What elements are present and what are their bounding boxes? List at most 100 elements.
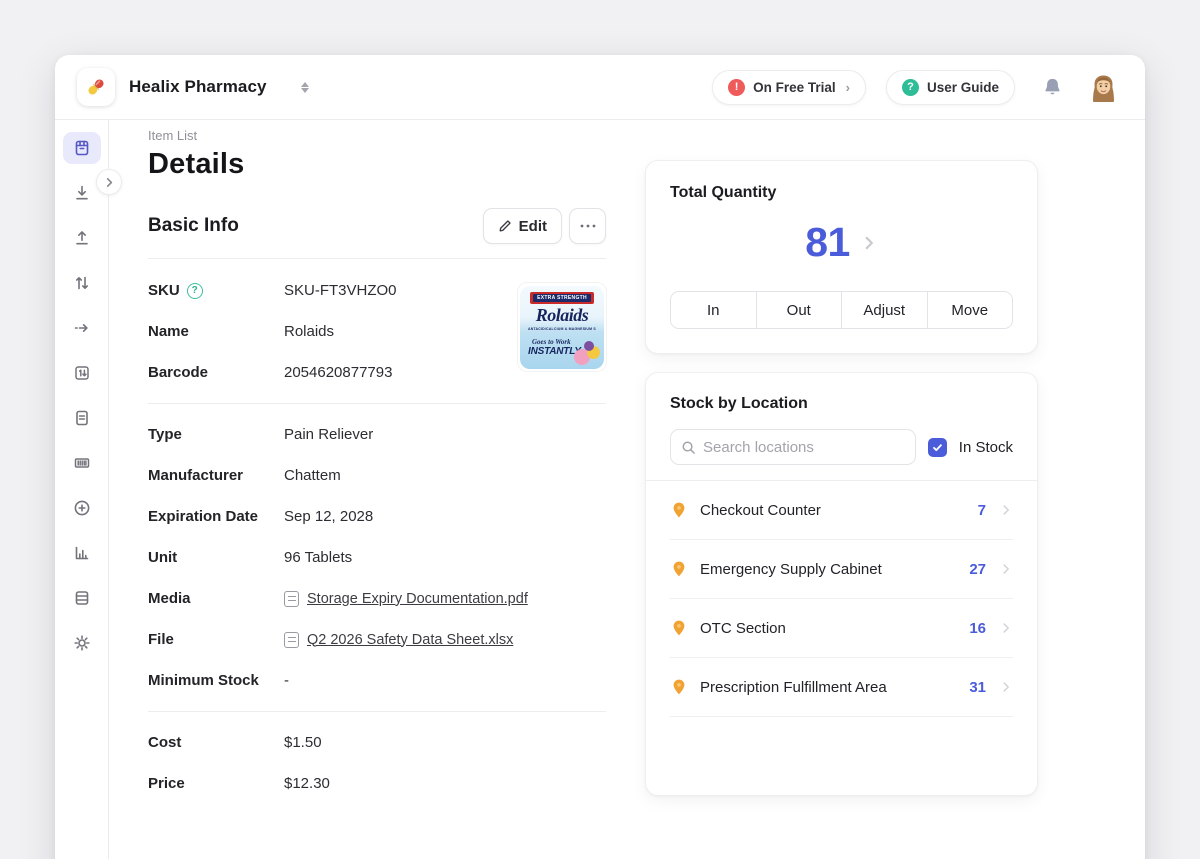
user-guide-button[interactable]: ? User Guide bbox=[886, 70, 1015, 105]
location-row-prescription-fulfillment-area[interactable]: Prescription Fulfillment Area 31 bbox=[670, 658, 1013, 717]
chevron-right-icon bbox=[999, 503, 1013, 517]
media-link[interactable]: Storage Expiry Documentation.pdf bbox=[284, 591, 528, 607]
minimum-stock-value: - bbox=[284, 672, 289, 689]
total-quantity-link[interactable]: 81 bbox=[670, 219, 1013, 266]
product-banner-text: EXTRA STRENGTH bbox=[533, 294, 591, 302]
adjust-button[interactable]: Adjust bbox=[841, 292, 927, 328]
app-title: Healix Pharmacy bbox=[129, 77, 267, 97]
more-options-button[interactable] bbox=[569, 208, 606, 244]
field-row-manufacturer: Manufacturer Chattem bbox=[148, 455, 606, 496]
main-content: Item List Details Basic Info Edit bbox=[109, 120, 1145, 859]
sidebar-item-barcode[interactable] bbox=[63, 447, 101, 479]
fruit-decoration bbox=[584, 341, 594, 351]
user-avatar[interactable] bbox=[1086, 70, 1121, 105]
type-label: Type bbox=[148, 426, 284, 443]
field-row-price: Price $12.30 bbox=[148, 763, 606, 804]
location-row-checkout-counter[interactable]: Checkout Counter 7 bbox=[670, 481, 1013, 540]
document-icon bbox=[72, 408, 92, 428]
stack-icon bbox=[72, 588, 92, 608]
sidebar-item-stock-out[interactable] bbox=[63, 222, 101, 254]
inventory-count-icon bbox=[72, 363, 92, 383]
total-quantity-title: Total Quantity bbox=[670, 184, 1013, 202]
cost-value: $1.50 bbox=[284, 734, 322, 751]
chevron-right-icon bbox=[999, 562, 1013, 576]
file-label: File bbox=[148, 631, 284, 648]
upload-icon bbox=[72, 228, 92, 248]
field-row-unit: Unit 96 Tablets bbox=[148, 537, 606, 578]
media-label: Media bbox=[148, 590, 284, 607]
page-title: Details bbox=[148, 148, 606, 181]
in-stock-checkbox[interactable] bbox=[928, 438, 947, 457]
download-icon bbox=[72, 183, 92, 203]
workspace-switcher-icon[interactable] bbox=[301, 82, 309, 93]
app-header: Healix Pharmacy ! On Free Trial › ? User… bbox=[55, 55, 1145, 120]
ellipsis-icon bbox=[580, 224, 596, 228]
edit-button[interactable]: Edit bbox=[483, 208, 562, 244]
stock-by-location-title: Stock by Location bbox=[646, 395, 1037, 413]
chevron-right-icon bbox=[999, 680, 1013, 694]
product-tagline-big: INSTANTLY bbox=[528, 346, 581, 357]
sidebar-item-reports[interactable] bbox=[63, 537, 101, 569]
sidebar-item-add[interactable] bbox=[63, 492, 101, 524]
sidebar-item-notes[interactable] bbox=[63, 402, 101, 434]
bar-chart-icon bbox=[72, 543, 92, 563]
price-label: Price bbox=[148, 775, 284, 792]
barcode-icon bbox=[72, 453, 92, 473]
sidebar-item-settings[interactable] bbox=[63, 627, 101, 659]
total-quantity-value: 81 bbox=[805, 219, 850, 266]
stock-panel: Total Quantity 81 In Out Adjust Move Sto… bbox=[645, 128, 1038, 859]
plus-circle-icon bbox=[72, 498, 92, 518]
field-row-type: Type Pain Reliever bbox=[148, 414, 606, 455]
in-stock-label[interactable]: In Stock bbox=[959, 439, 1013, 456]
product-tagline-small: Goes to Work bbox=[532, 338, 571, 346]
search-icon bbox=[681, 440, 696, 455]
expiration-label: Expiration Date bbox=[148, 508, 284, 525]
help-icon[interactable]: ? bbox=[187, 283, 203, 299]
file-icon bbox=[284, 591, 299, 607]
move-button[interactable]: Move bbox=[927, 292, 1013, 328]
product-image[interactable]: EXTRA STRENGTH Rolaids ANTACID/CALCIUM &… bbox=[518, 283, 606, 371]
question-icon: ? bbox=[902, 79, 919, 96]
sidebar-item-move[interactable] bbox=[63, 312, 101, 344]
details-panel: Item List Details Basic Info Edit bbox=[148, 128, 606, 859]
map-pin-icon bbox=[670, 678, 688, 696]
location-qty: 27 bbox=[964, 561, 986, 578]
gear-icon bbox=[72, 633, 92, 653]
field-row-file: File Q2 2026 Safety Data Sheet.xlsx bbox=[148, 619, 606, 660]
expiration-value: Sep 12, 2028 bbox=[284, 508, 373, 525]
check-icon bbox=[932, 442, 943, 453]
product-subline-text: ANTACID/CALCIUM & MAGNESIUM SUPPLEMENT bbox=[528, 327, 596, 331]
sidebar bbox=[55, 120, 109, 859]
in-button[interactable]: In bbox=[671, 292, 756, 328]
location-search[interactable] bbox=[670, 429, 916, 465]
map-pin-icon bbox=[670, 619, 688, 637]
sidebar-item-count[interactable] bbox=[63, 357, 101, 389]
user-guide-label: User Guide bbox=[927, 80, 999, 95]
pill-icon bbox=[84, 75, 108, 99]
sidebar-item-database[interactable] bbox=[63, 582, 101, 614]
sidebar-item-stock-in[interactable] bbox=[63, 177, 101, 209]
location-search-input[interactable] bbox=[703, 439, 905, 456]
notifications-bell-icon[interactable] bbox=[1041, 76, 1064, 99]
file-link[interactable]: Q2 2026 Safety Data Sheet.xlsx bbox=[284, 632, 513, 648]
edit-label: Edit bbox=[519, 218, 547, 235]
out-button[interactable]: Out bbox=[756, 292, 842, 328]
breadcrumb[interactable]: Item List bbox=[148, 128, 606, 143]
location-row-emergency-supply-cabinet[interactable]: Emergency Supply Cabinet 27 bbox=[670, 540, 1013, 599]
location-row-otc-section[interactable]: OTC Section 16 bbox=[670, 599, 1013, 658]
location-name: Emergency Supply Cabinet bbox=[700, 561, 964, 578]
section-title: Basic Info bbox=[148, 215, 483, 237]
location-qty: 16 bbox=[964, 620, 986, 637]
free-trial-button[interactable]: ! On Free Trial › bbox=[712, 70, 866, 105]
manufacturer-value: Chattem bbox=[284, 467, 341, 484]
stock-by-location-card: Stock by Location In Stock bbox=[645, 372, 1038, 796]
app-logo[interactable] bbox=[77, 68, 115, 106]
sidebar-item-adjust[interactable] bbox=[63, 267, 101, 299]
location-name: Prescription Fulfillment Area bbox=[700, 679, 964, 696]
field-row-cost: Cost $1.50 bbox=[148, 722, 606, 763]
type-value: Pain Reliever bbox=[284, 426, 373, 443]
sidebar-expand-button[interactable] bbox=[96, 169, 122, 195]
free-trial-label: On Free Trial bbox=[753, 80, 836, 95]
price-value: $12.30 bbox=[284, 775, 330, 792]
sidebar-item-items[interactable] bbox=[63, 132, 101, 164]
